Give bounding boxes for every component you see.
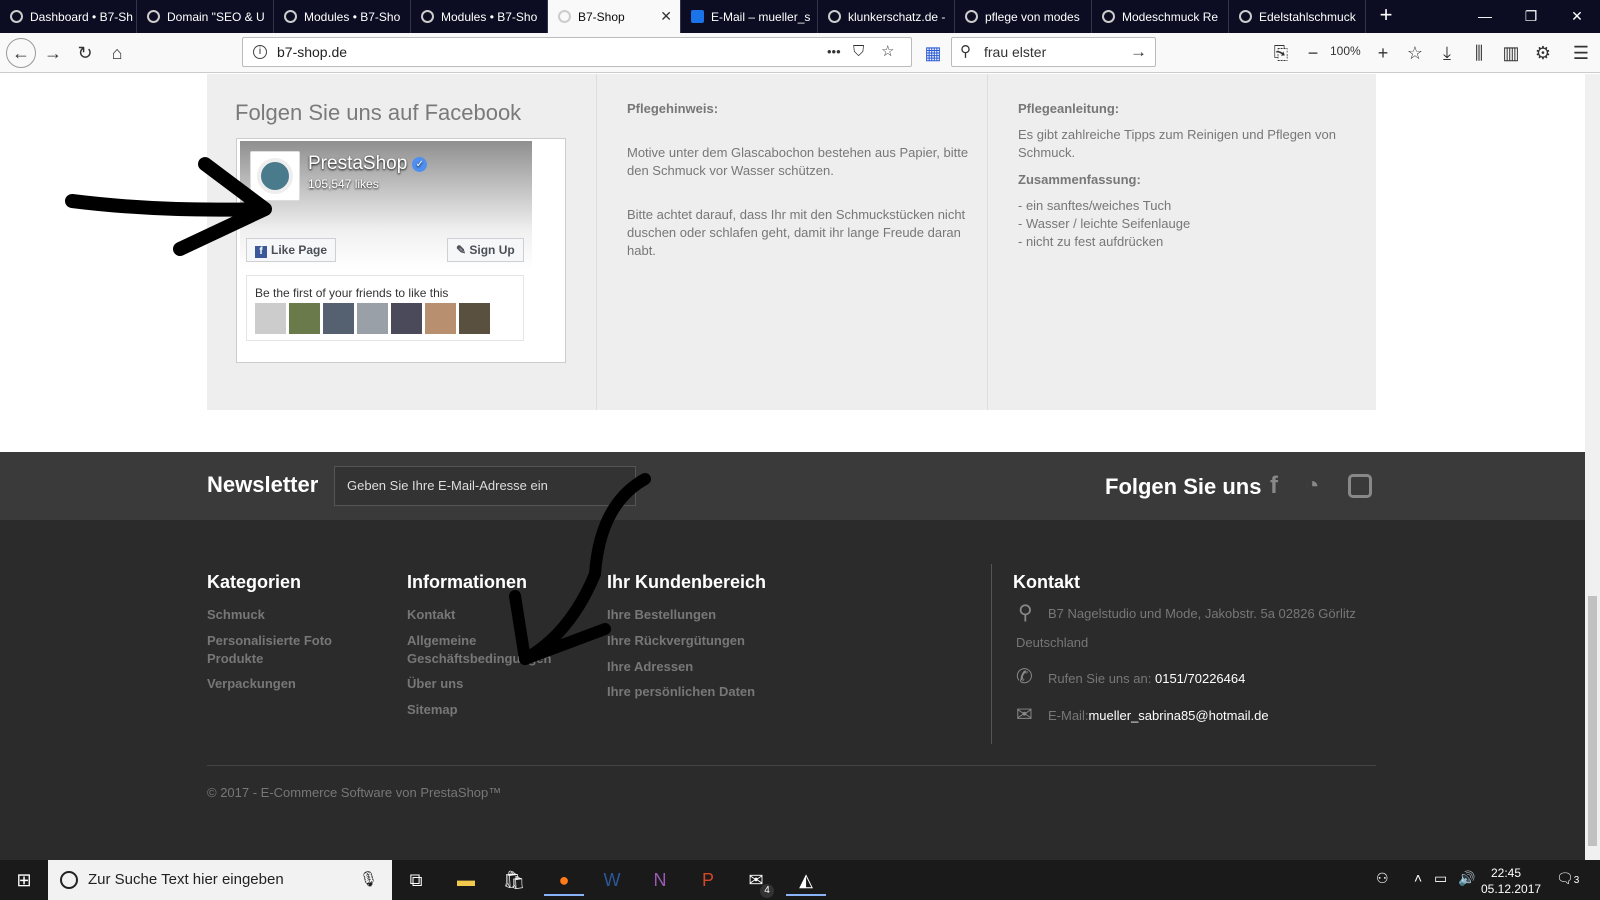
annotation-arrows	[65, 157, 651, 665]
word-icon[interactable]: W	[592, 864, 632, 896]
taskbar-search-placeholder: Zur Suche Text hier eingeben	[88, 871, 284, 888]
bookmark-icon[interactable]: ☆	[1400, 38, 1430, 68]
prestashop-icon	[421, 10, 434, 23]
restore-button[interactable]: ❐	[1508, 0, 1554, 33]
pocket-icon[interactable]: ⛉	[853, 38, 864, 66]
tab-label: Dashboard • B7-Sh	[30, 9, 133, 24]
battery-icon[interactable]: ▭	[1434, 870, 1447, 887]
taskbar: ⊞ Zur Suche Text hier eingeben 🎙 ⧉ ▬ 🛍 ●…	[0, 860, 1600, 900]
mail-icon[interactable]: ✉ 4	[736, 864, 776, 898]
back-button[interactable]: ←	[6, 38, 36, 68]
tab-label: Domain "SEO & U	[167, 9, 265, 24]
prestashop-icon	[284, 10, 297, 23]
clock[interactable]: 22:45 05.12.2017	[1481, 865, 1542, 897]
cortana-icon	[60, 871, 78, 889]
onenote-icon[interactable]: N	[640, 864, 680, 896]
url-text: b7-shop.de	[277, 44, 348, 60]
time: 22:45	[1490, 866, 1522, 880]
task-view-icon[interactable]: ⧉	[396, 864, 436, 896]
tab-b7-shop[interactable]: B7-Shop ✕	[548, 0, 681, 33]
tab-label: Modules • B7-Sho	[304, 9, 401, 24]
notifications-icon[interactable]: 🗨3	[1556, 870, 1579, 887]
bookmark-star-icon[interactable]: ☆	[881, 38, 894, 66]
zoom-out-button[interactable]: −	[1298, 38, 1328, 68]
close-icon[interactable]: ✕	[660, 8, 672, 25]
sidebar-icon[interactable]: ▥	[1496, 38, 1526, 68]
search-icon: ⚲	[960, 43, 971, 60]
prestashop-icon	[10, 10, 23, 23]
page-scrollbar[interactable]	[1585, 74, 1600, 860]
windows-start-icon[interactable]: ⊞	[4, 864, 44, 896]
tab-label: Modules • B7-Sho	[441, 9, 538, 24]
prestashop-icon	[147, 10, 160, 23]
tab-dashboard[interactable]: Dashboard • B7-Sh	[0, 0, 137, 33]
downloads-folder-icon[interactable]: ⎘	[1266, 38, 1296, 68]
notifications-badge: 3	[1573, 875, 1580, 886]
tab-label: B7-Shop	[578, 9, 625, 24]
tab-label: Edelstahlschmuck	[1259, 9, 1356, 24]
firefox-icon[interactable]: ●	[544, 864, 584, 896]
library-icon[interactable]: ⫼	[1464, 38, 1494, 68]
home-button[interactable]: ⌂	[102, 38, 132, 68]
zoom-level[interactable]: 100%	[1330, 44, 1361, 58]
zoom-in-button[interactable]: +	[1368, 38, 1398, 68]
tab-label: pflege von modes	[985, 9, 1080, 24]
tab-klunkerschatz[interactable]: klunkerschatz.de -	[818, 0, 955, 33]
prestashop-icon	[558, 10, 571, 23]
nav-toolbar: ← → ↻ ⌂ i b7-shop.de ••• ⛉ ☆ ▦ ⚲ frau el…	[0, 33, 1600, 73]
tab-label: klunkerschatz.de -	[848, 9, 946, 24]
tab-modeschmuck[interactable]: Modeschmuck Re	[1092, 0, 1229, 33]
settings-gear-icon[interactable]: ⚙	[1528, 38, 1558, 68]
date: 05.12.2017	[1481, 882, 1542, 896]
reload-button[interactable]: ↻	[70, 38, 100, 68]
minimize-button[interactable]: —	[1462, 0, 1508, 33]
download-icon[interactable]: ⤓	[1432, 38, 1462, 68]
new-tab-button[interactable]: +	[1366, 0, 1406, 33]
url-bar[interactable]: i b7-shop.de ••• ⛉ ☆	[242, 37, 912, 67]
app-icon[interactable]: ◭	[786, 864, 826, 896]
tab-modules-2[interactable]: Modules • B7-Sho	[411, 0, 548, 33]
grid-icon[interactable]: ▦	[918, 38, 948, 68]
tab-email[interactable]: E-Mail – mueller_s	[681, 0, 818, 33]
scrollbar-thumb[interactable]	[1588, 596, 1597, 846]
site-icon	[828, 10, 841, 23]
store-icon[interactable]: 🛍	[494, 864, 534, 896]
volume-icon[interactable]: 🔊	[1458, 870, 1475, 887]
outlook-icon	[691, 10, 704, 23]
tab-edelstahlschmuck[interactable]: Edelstahlschmuck	[1229, 0, 1366, 33]
search-value: frau elster	[984, 44, 1047, 60]
tab-domain-seo[interactable]: Domain "SEO & U	[137, 0, 274, 33]
site-icon	[1102, 10, 1115, 23]
mail-badge: 4	[760, 884, 774, 898]
search-box[interactable]: ⚲ frau elster →	[951, 37, 1156, 67]
tab-label: E-Mail – mueller_s	[711, 9, 811, 24]
site-icon	[1239, 10, 1252, 23]
google-icon	[965, 10, 978, 23]
taskbar-search-input[interactable]: Zur Suche Text hier eingeben 🎙	[48, 860, 392, 900]
tab-modules-1[interactable]: Modules • B7-Sho	[274, 0, 411, 33]
people-icon[interactable]: ⚇	[1376, 870, 1389, 887]
page-viewport: Folgen Sie uns auf Facebook PrestaShop ✓ …	[0, 74, 1585, 860]
tab-label: Modeschmuck Re	[1122, 9, 1219, 24]
tab-pflege[interactable]: pflege von modes	[955, 0, 1092, 33]
close-window-button[interactable]: ✕	[1554, 0, 1600, 33]
arrow-right-icon[interactable]: →	[1130, 38, 1147, 66]
microphone-icon[interactable]: 🎙	[359, 860, 378, 900]
tab-strip: Dashboard • B7-Sh Domain "SEO & U Module…	[0, 0, 1600, 33]
more-actions-icon[interactable]: •••	[827, 38, 841, 66]
forward-button[interactable]: →	[38, 38, 68, 68]
info-icon[interactable]: i	[253, 45, 267, 59]
arrow-annotation	[65, 194, 269, 217]
menu-icon[interactable]: ☰	[1566, 38, 1596, 68]
powerpoint-icon[interactable]: P	[688, 864, 728, 896]
file-explorer-icon[interactable]: ▬	[446, 864, 486, 896]
chevron-up-icon[interactable]: ˄	[1414, 870, 1422, 886]
